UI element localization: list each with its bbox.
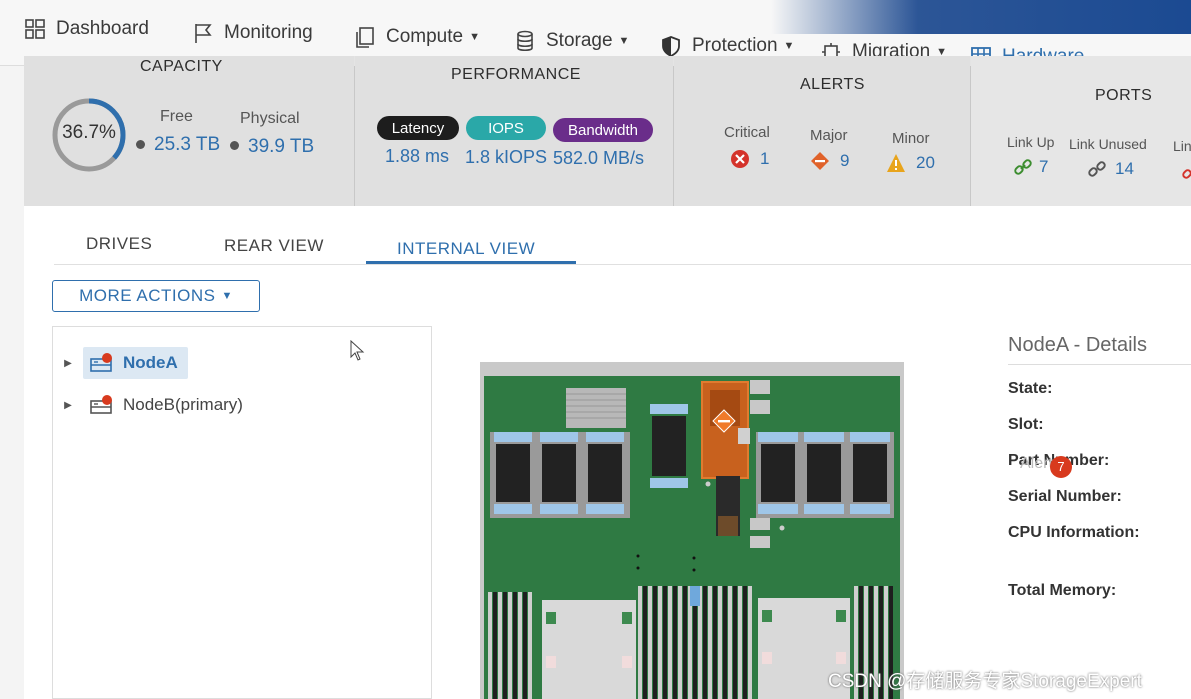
- link-up-label: Link Up: [1007, 134, 1055, 150]
- link-up-icon: [1014, 159, 1032, 175]
- capacity-panel: CAPACITY 36.7% Free 25.3 TB Physical 39.…: [24, 56, 354, 216]
- tab-drives[interactable]: DRIVES: [86, 234, 152, 254]
- chevron-down-icon: ▼: [618, 35, 630, 47]
- ports-panel: PORTS Link Up 7 Link Unused 14 Link: [971, 56, 1191, 216]
- physical-legend-dot: [230, 141, 239, 150]
- detail-cpu-info-label: CPU Information:: [1008, 524, 1140, 541]
- node-server-icon: [90, 395, 112, 414]
- tree-node-nodeb[interactable]: ▶ NodeB(primary): [53, 389, 243, 421]
- minor-count[interactable]: 20: [916, 153, 935, 173]
- alerts-count-badge: 7: [1050, 456, 1072, 478]
- tree-node-label: NodeA: [123, 353, 178, 372]
- chevron-down-icon: ▼: [221, 290, 233, 302]
- capacity-percent: 36.7%: [62, 122, 116, 143]
- ports-title: PORTS: [1095, 87, 1153, 104]
- tab-rear-view[interactable]: REAR VIEW: [224, 236, 324, 256]
- dashboard-grid-icon: [25, 19, 45, 39]
- nav-dashboard-label: Dashboard: [56, 18, 149, 39]
- chevron-down-icon: ▼: [469, 31, 480, 43]
- free-value: 25.3 TB: [154, 134, 221, 155]
- link-unused-count[interactable]: 14: [1115, 159, 1134, 179]
- background-edge: [771, 0, 1191, 34]
- latency-value: 1.88 ms: [385, 146, 450, 166]
- screen: Dashboard Monitoring Compute ▼ Storage ▼…: [0, 0, 1191, 699]
- bandwidth-pill[interactable]: Bandwidth: [553, 118, 653, 142]
- nav-storage-label: Storage: [546, 30, 613, 51]
- tree-node-nodea[interactable]: ▶ NodeA: [53, 347, 188, 379]
- link-third-label: Link: [1173, 138, 1191, 154]
- details-title: NodeA - Details: [1008, 334, 1147, 356]
- critical-error-icon: [731, 150, 749, 168]
- flag-icon: [195, 24, 212, 43]
- bandwidth-value: 582.0 MB/s: [553, 148, 645, 168]
- alerts-panel: ALERTS Critical 1 Major 9 Minor 20: [674, 56, 970, 216]
- nav-compute[interactable]: Compute ▼: [354, 24, 480, 50]
- major-count[interactable]: 9: [840, 151, 849, 171]
- latency-pill[interactable]: Latency: [377, 116, 459, 140]
- critical-count[interactable]: 1: [760, 149, 769, 169]
- detail-serial-number-label: Serial Number:: [1008, 488, 1122, 505]
- shield-icon: [662, 36, 680, 57]
- chevron-down-icon: ▼: [783, 40, 795, 52]
- link-unused-icon: [1088, 161, 1106, 177]
- nav-dashboard[interactable]: Dashboard: [24, 16, 149, 42]
- tab-internal-view[interactable]: INTERNAL VIEW: [397, 239, 535, 259]
- link-down-icon: [1182, 169, 1191, 179]
- nav-monitoring[interactable]: Monitoring: [192, 20, 313, 46]
- minor-warning-icon: [887, 154, 905, 172]
- database-icon: [517, 30, 533, 52]
- link-unused-label: Link Unused: [1069, 136, 1147, 152]
- tree-node-selected-highlight[interactable]: NodeA: [83, 347, 188, 379]
- physical-value: 39.9 TB: [248, 136, 315, 157]
- link-up-count[interactable]: 7: [1039, 157, 1048, 177]
- mouse-cursor-icon: [350, 340, 365, 361]
- summary-stats-bar: CAPACITY 36.7% Free 25.3 TB Physical 39.…: [24, 56, 1191, 216]
- free-label: Free: [160, 108, 193, 125]
- performance-title: PERFORMANCE: [451, 66, 581, 83]
- more-actions-button[interactable]: MORE ACTIONS ▼: [52, 280, 260, 312]
- nav-storage[interactable]: Storage ▼: [514, 28, 629, 54]
- nav-monitoring-label: Monitoring: [224, 22, 313, 43]
- node-tree-panel: ▶ NodeA ▶ NodeB(primary): [52, 326, 432, 699]
- hardware-content-area: DRIVES REAR VIEW INTERNAL VIEW MORE ACTI…: [24, 206, 1191, 699]
- expand-arrow-icon[interactable]: ▶: [53, 400, 83, 411]
- detail-state-label: State:: [1008, 380, 1053, 397]
- critical-label: Critical: [724, 124, 770, 141]
- iops-value: 1.8 kIOPS: [465, 147, 548, 167]
- node-server-icon: [90, 353, 112, 372]
- capacity-title: CAPACITY: [140, 58, 223, 75]
- details-divider: [1008, 364, 1191, 365]
- alerts-title: ALERTS: [800, 76, 865, 93]
- major-warning-icon: [811, 152, 829, 170]
- iops-pill[interactable]: IOPS: [466, 116, 546, 140]
- expand-arrow-icon[interactable]: ▶: [53, 358, 83, 369]
- free-legend-dot: [136, 140, 145, 149]
- watermark-text: CSDN @存储服务专家StorageExpert: [828, 671, 1142, 692]
- detail-total-memory-label: Total Memory:: [1008, 582, 1117, 599]
- motherboard-diagram[interactable]: [484, 376, 900, 699]
- internal-board-view: [480, 362, 904, 699]
- performance-panel: PERFORMANCE Latency IOPS Bandwidth 1.88 …: [355, 56, 673, 216]
- nav-compute-label: Compute: [386, 26, 464, 47]
- copy-icon: [356, 27, 374, 48]
- nav-protection-label: Protection: [692, 35, 778, 56]
- tree-node-label: NodeB(primary): [123, 395, 243, 414]
- detail-slot-label: Slot:: [1008, 416, 1044, 433]
- minor-label: Minor: [892, 130, 930, 147]
- major-label: Major: [810, 127, 848, 144]
- physical-label: Physical: [240, 110, 300, 127]
- tab-divider: [54, 264, 1191, 265]
- more-actions-label: MORE ACTIONS: [79, 286, 216, 305]
